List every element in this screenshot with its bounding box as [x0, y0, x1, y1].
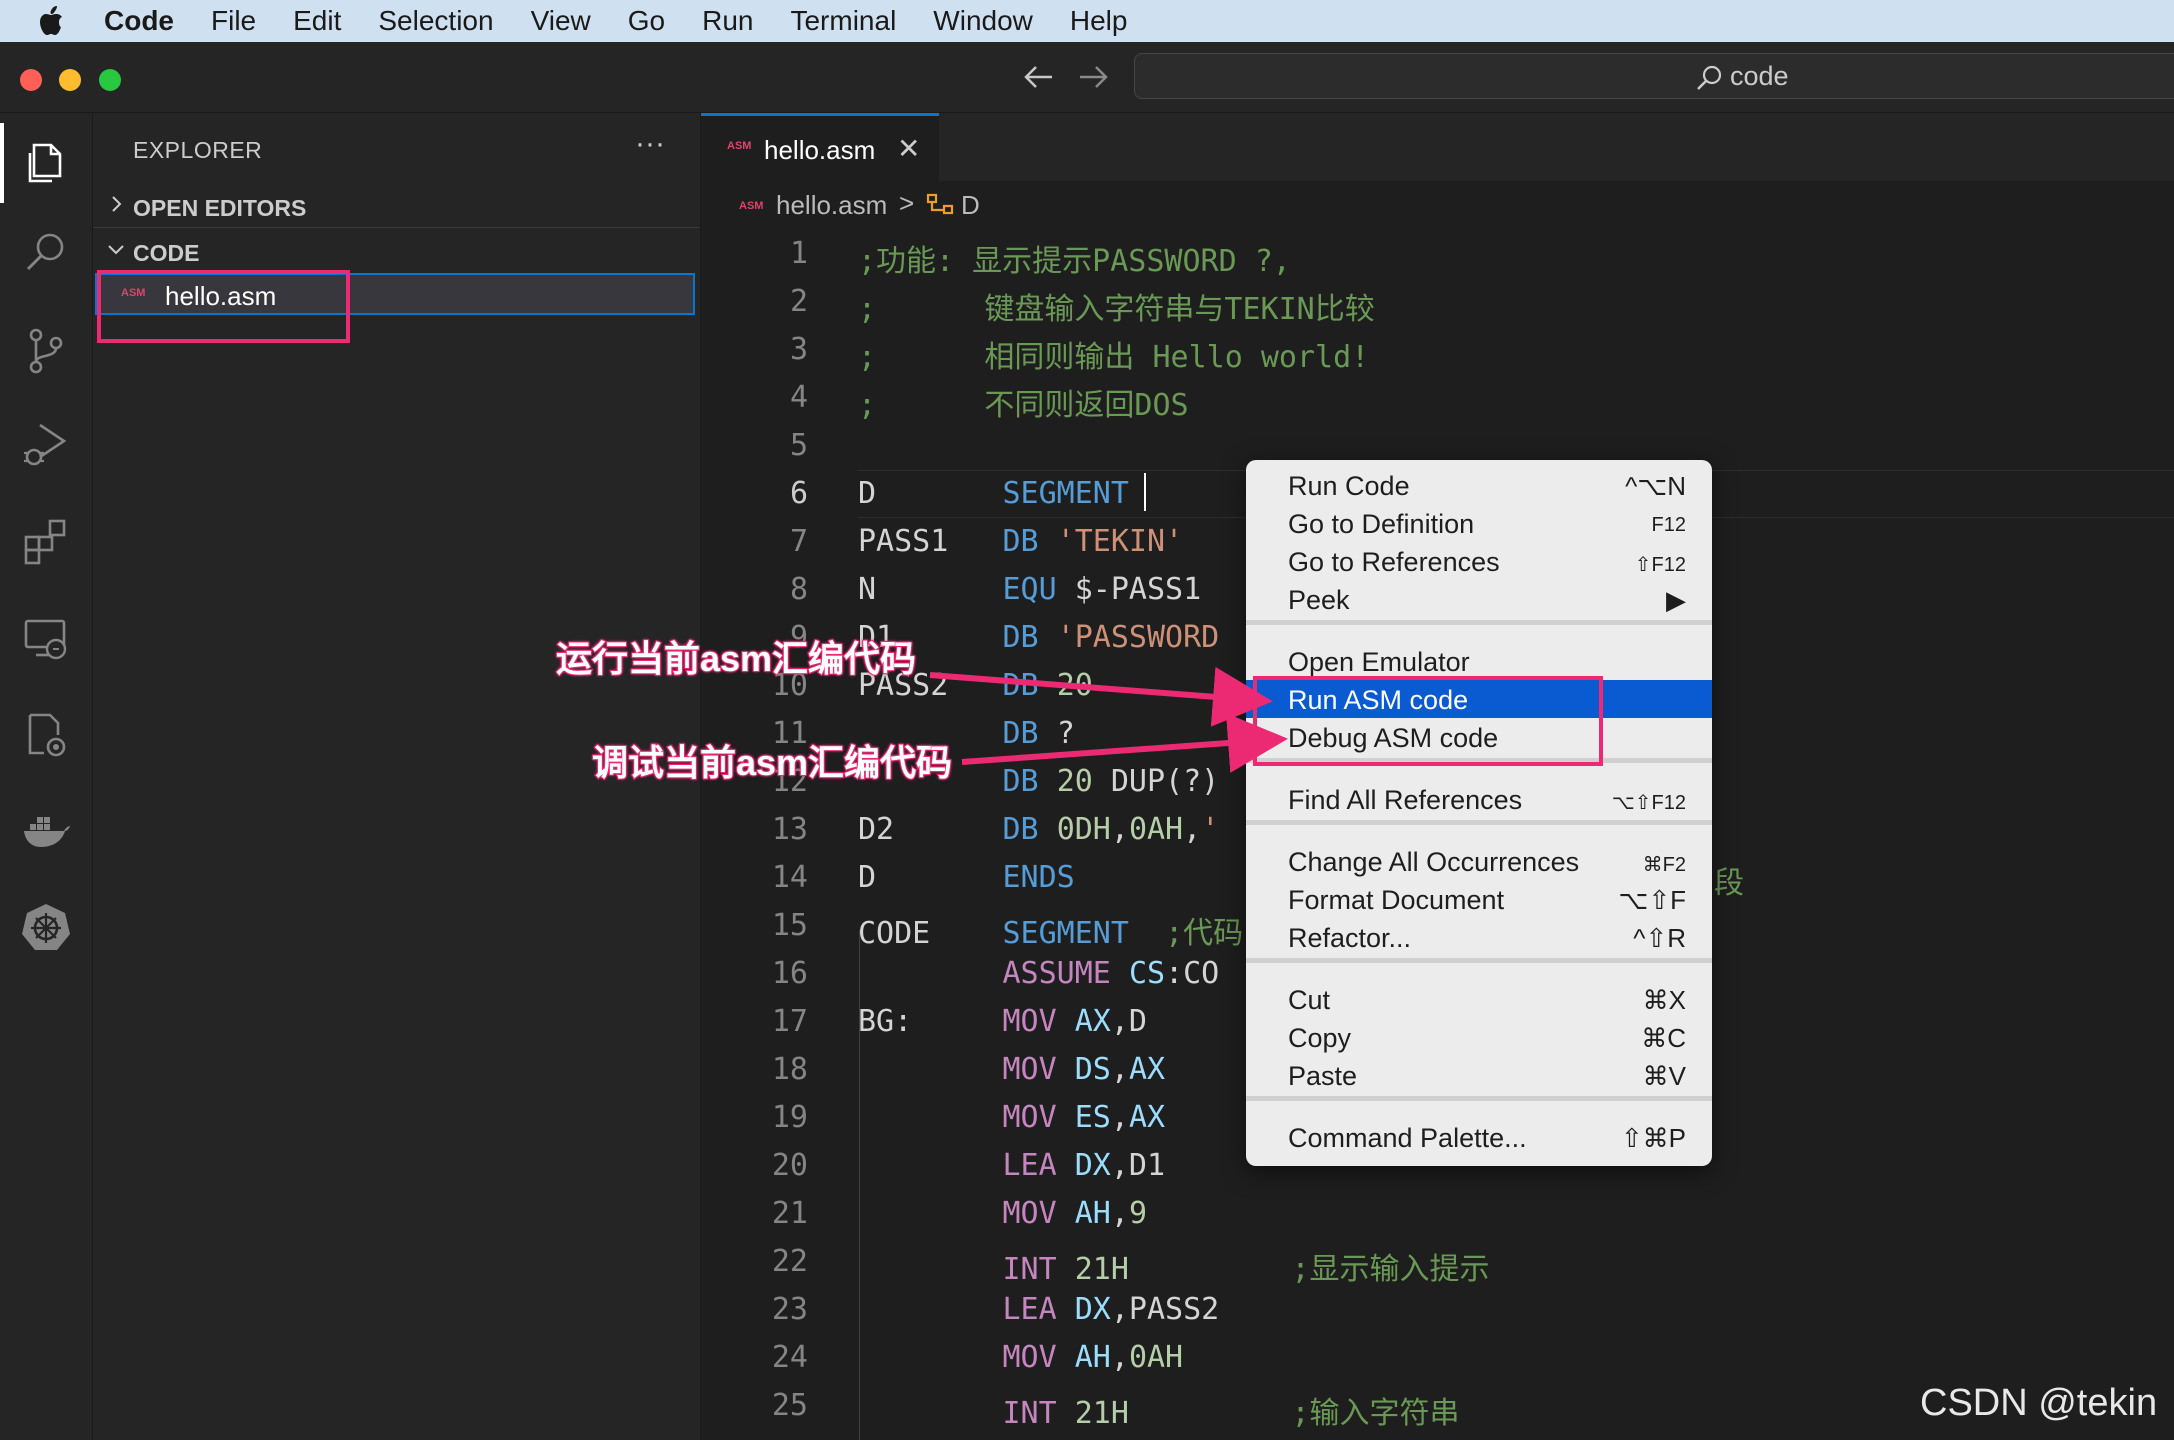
- annotation-run-text: 运行当前asm汇编代码: [555, 637, 917, 680]
- annotation-debug-text: 调试当前asm汇编代码: [591, 741, 953, 784]
- watermark: CSDN @tekin: [1920, 1382, 2158, 1424]
- annotation-arrows: [929, 666, 1288, 773]
